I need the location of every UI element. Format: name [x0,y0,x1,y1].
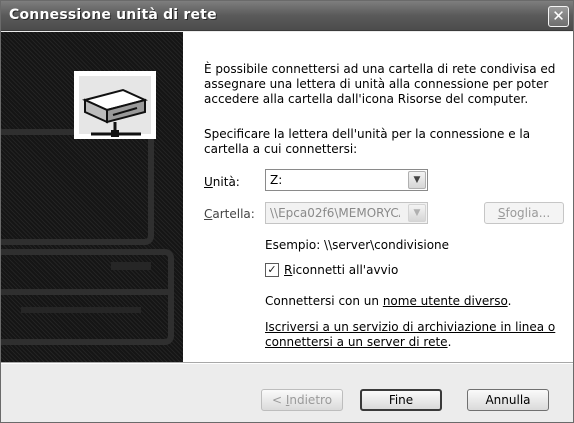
signup-line: Iscriversi a un servizio di archiviazion… [265,320,565,350]
folder-label: Cartella: [204,207,255,221]
back-label: ndietro [289,393,333,407]
folder-label-text: artella: [212,207,255,221]
folder-combo[interactable]: \\Epca02f6\MEMORYCARD ▼ [265,202,428,224]
button-separator [1,362,573,364]
finish-button[interactable]: Fine [360,389,442,411]
instructions-text: Specificare la lettera dell'unità per la… [204,127,531,156]
cancel-button[interactable]: Annulla [467,389,549,411]
browse-label: foglia... [505,206,551,220]
intro-text: È possibile connettersi ad una cartella … [204,62,556,106]
wizard-content: È possibile connettersi ad una cartella … [183,32,573,362]
folder-path-value: \\Epca02f6\MEMORYCARD [270,206,400,220]
signup-suffix: . [447,335,452,349]
browse-button[interactable]: Sfoglia... [484,202,564,224]
drive-label: Unità: [204,175,240,189]
network-drive-icon [74,71,156,139]
wizard-side-panel [1,32,183,362]
drive-label-mnemonic: U [204,175,213,189]
map-network-drive-dialog: Connessione unità di rete ✕ È possibile … [0,0,574,423]
drive-label-text: nità: [212,175,240,189]
title-bar[interactable]: Connessione unità di rete ✕ [1,1,573,31]
connect-as-suffix: . [507,294,512,308]
back-prefix: < [271,393,286,407]
reconnect-label-text: iconnetti all'avvio [292,263,399,277]
drive-letter-select[interactable]: Z: ▼ [265,169,428,191]
reconnect-label[interactable]: Riconnetti all'avvio [284,263,398,277]
connect-as-line: Connettersi con un nome utente diverso. [265,294,511,308]
close-button[interactable]: ✕ [548,6,569,27]
dropdown-arrow-icon[interactable]: ▼ [408,204,426,222]
connect-as-prefix: Connettersi con un [265,294,383,308]
dropdown-arrow-icon[interactable]: ▼ [408,171,426,189]
back-button[interactable]: < Indietro [261,389,343,411]
different-user-link[interactable]: nome utente diverso [383,294,508,308]
drive-letter-value: Z: [270,173,283,187]
online-storage-link[interactable]: Iscriversi a un servizio di archiviazion… [265,320,555,349]
reconnect-checkbox[interactable]: ✓ [265,263,279,277]
window-title: Connessione unità di rete [9,7,217,23]
example-text: Esempio: \\server\condivisione [265,238,450,252]
